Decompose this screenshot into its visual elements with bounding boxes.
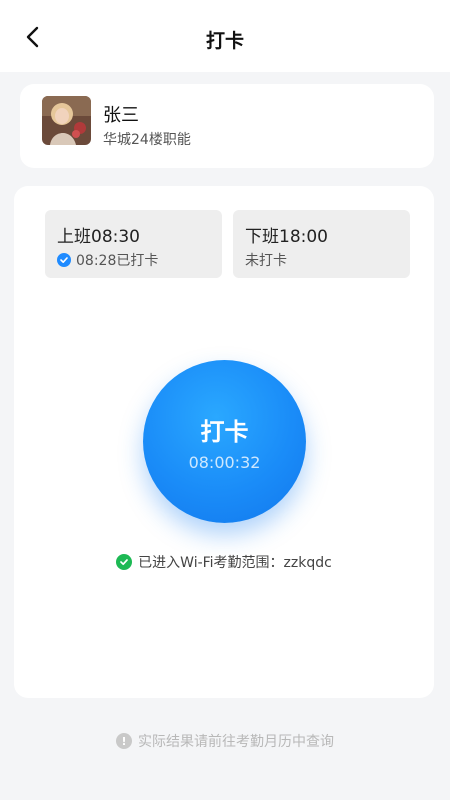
avatar[interactable] xyxy=(42,96,91,145)
page-title: 打卡 xyxy=(205,30,244,52)
profile-card: 张三 华城24楼职能 xyxy=(20,84,434,168)
shift-start-label: 上班08:30 xyxy=(57,227,140,247)
footer-note: ! 实际结果请前往考勤月历中查询 xyxy=(0,731,450,751)
shift-start-status-text: 08:28已打卡 xyxy=(76,253,159,269)
clock-in-button[interactable]: 打卡 08:00:32 xyxy=(143,360,306,523)
user-name: 张三 xyxy=(103,105,139,126)
check-circle-icon xyxy=(57,253,71,267)
info-icon: ! xyxy=(116,733,132,749)
wifi-status: 已进入Wi-Fi考勤范围：zzkqdc xyxy=(14,552,434,572)
check-circle-icon xyxy=(116,554,133,570)
shift-end-box[interactable]: 下班18:00 未打卡 xyxy=(233,210,410,278)
shift-end-status: 未打卡 xyxy=(245,250,287,270)
wifi-status-text: 已进入Wi-Fi考勤范围：zzkqdc xyxy=(138,555,332,571)
clock-in-card: 上班08:30 08:28已打卡 下班18:00 未打卡 打卡 08:00:32… xyxy=(14,186,434,698)
user-department: 华城24楼职能 xyxy=(103,132,191,148)
footer-note-text: 实际结果请前往考勤月历中查询 xyxy=(138,734,334,750)
clock-in-label: 打卡 xyxy=(200,417,249,446)
shift-end-label: 下班18:00 xyxy=(245,227,328,247)
navigation-bar: 打卡 xyxy=(0,0,450,72)
shift-start-status: 08:28已打卡 xyxy=(57,250,158,270)
shift-start-box[interactable]: 上班08:30 08:28已打卡 xyxy=(45,210,222,278)
clock-in-time: 08:00:32 xyxy=(188,452,261,472)
shift-end-status-text: 未打卡 xyxy=(245,253,287,269)
